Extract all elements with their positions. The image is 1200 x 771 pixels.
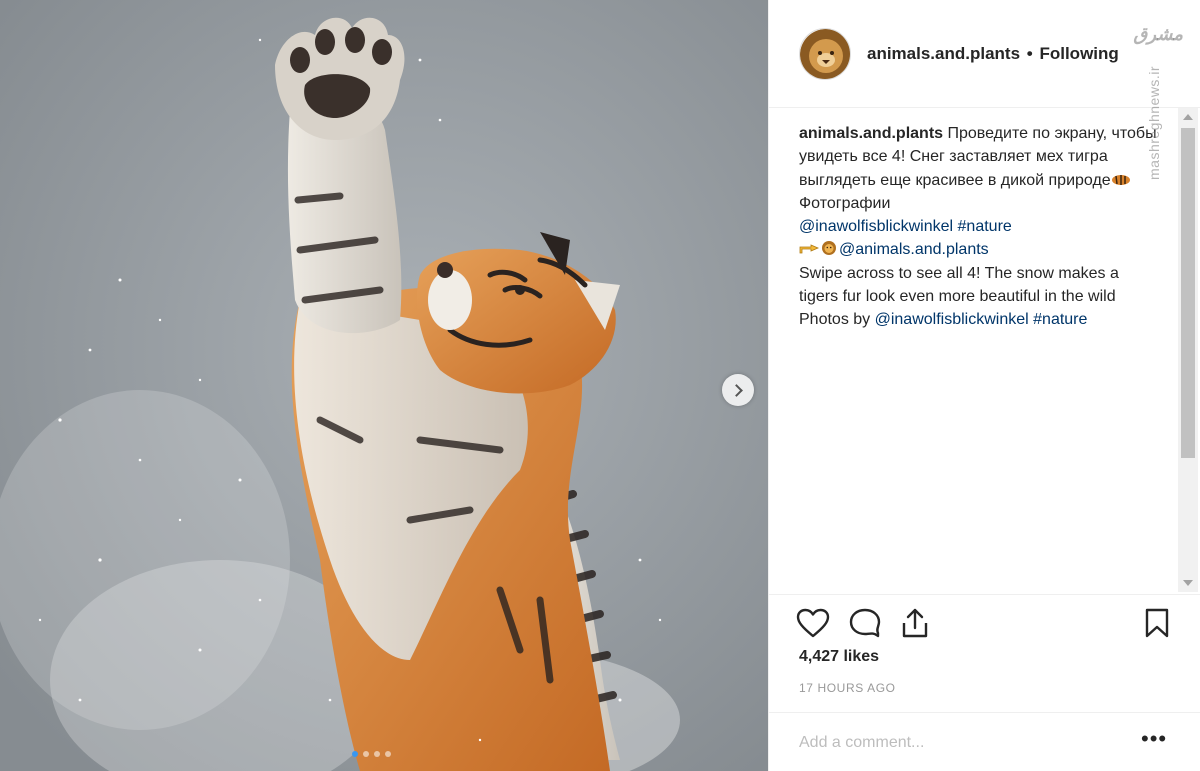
bookmark-icon [1145,608,1169,638]
comment-button[interactable] [847,605,883,641]
caption-mention[interactable]: @animals.and.plants [839,241,989,258]
comment-input[interactable] [799,731,1129,755]
post-author: animals.and.plants • Following [867,44,1119,64]
header-separator: • [1026,43,1033,63]
save-button[interactable] [1139,605,1175,641]
next-image-button[interactable] [722,374,754,406]
comment-bar: ••• [769,712,1200,771]
like-button[interactable] [795,605,831,641]
share-button[interactable] [897,605,933,641]
like-count[interactable]: 4,427 likes [799,648,879,666]
more-options-icon[interactable]: ••• [1141,728,1167,750]
lion-emoji-icon [822,241,836,256]
post-timestamp[interactable]: 17 HOURS AGO [799,681,896,695]
caption-scrollbar[interactable] [1178,108,1198,592]
post-image[interactable] [0,0,768,771]
author-username[interactable]: animals.and.plants [867,44,1020,63]
carousel-dots [352,751,391,757]
caption-text-en: Swipe across to see all 4! The snow make… [799,264,1119,306]
pointing-hand-icon [799,244,819,254]
post-header: animals.and.plants • Following مشرق [769,0,1200,108]
heart-icon [796,608,830,638]
caption-photos-by: Photos by [799,311,875,329]
carousel-dot[interactable] [385,751,391,757]
post-caption: animals.and.plants Проведите по экрану, … [799,122,1159,332]
tiger-emoji-icon [1111,174,1130,185]
scroll-up-icon[interactable] [1183,114,1193,120]
carousel-dot[interactable] [352,751,358,757]
caption-mention[interactable]: @inawolfisblickwinkel [799,218,953,235]
follow-status[interactable]: Following [1039,44,1118,63]
tiger-photo [0,0,768,771]
watermark: مشرق [1133,24,1183,44]
caption-mention[interactable]: @inawolfisblickwinkel [875,311,1029,328]
carousel-dot[interactable] [374,751,380,757]
share-icon [902,608,928,638]
carousel-dot[interactable] [363,751,369,757]
scroll-thumb[interactable] [1181,128,1195,458]
caption-hashtag[interactable]: #nature [958,218,1012,235]
chevron-right-icon [730,383,743,397]
avatar[interactable] [799,27,851,80]
comment-icon [849,608,881,638]
scroll-down-icon[interactable] [1183,580,1193,586]
post-side-panel: animals.and.plants • Following مشرق anim… [768,0,1200,771]
lion-icon [800,28,850,79]
caption-username[interactable]: animals.and.plants [799,125,943,142]
post-actions [769,594,1200,654]
caption-hashtag[interactable]: #nature [1033,311,1087,328]
caption-text-ru-photos: Фотографии [799,194,891,212]
